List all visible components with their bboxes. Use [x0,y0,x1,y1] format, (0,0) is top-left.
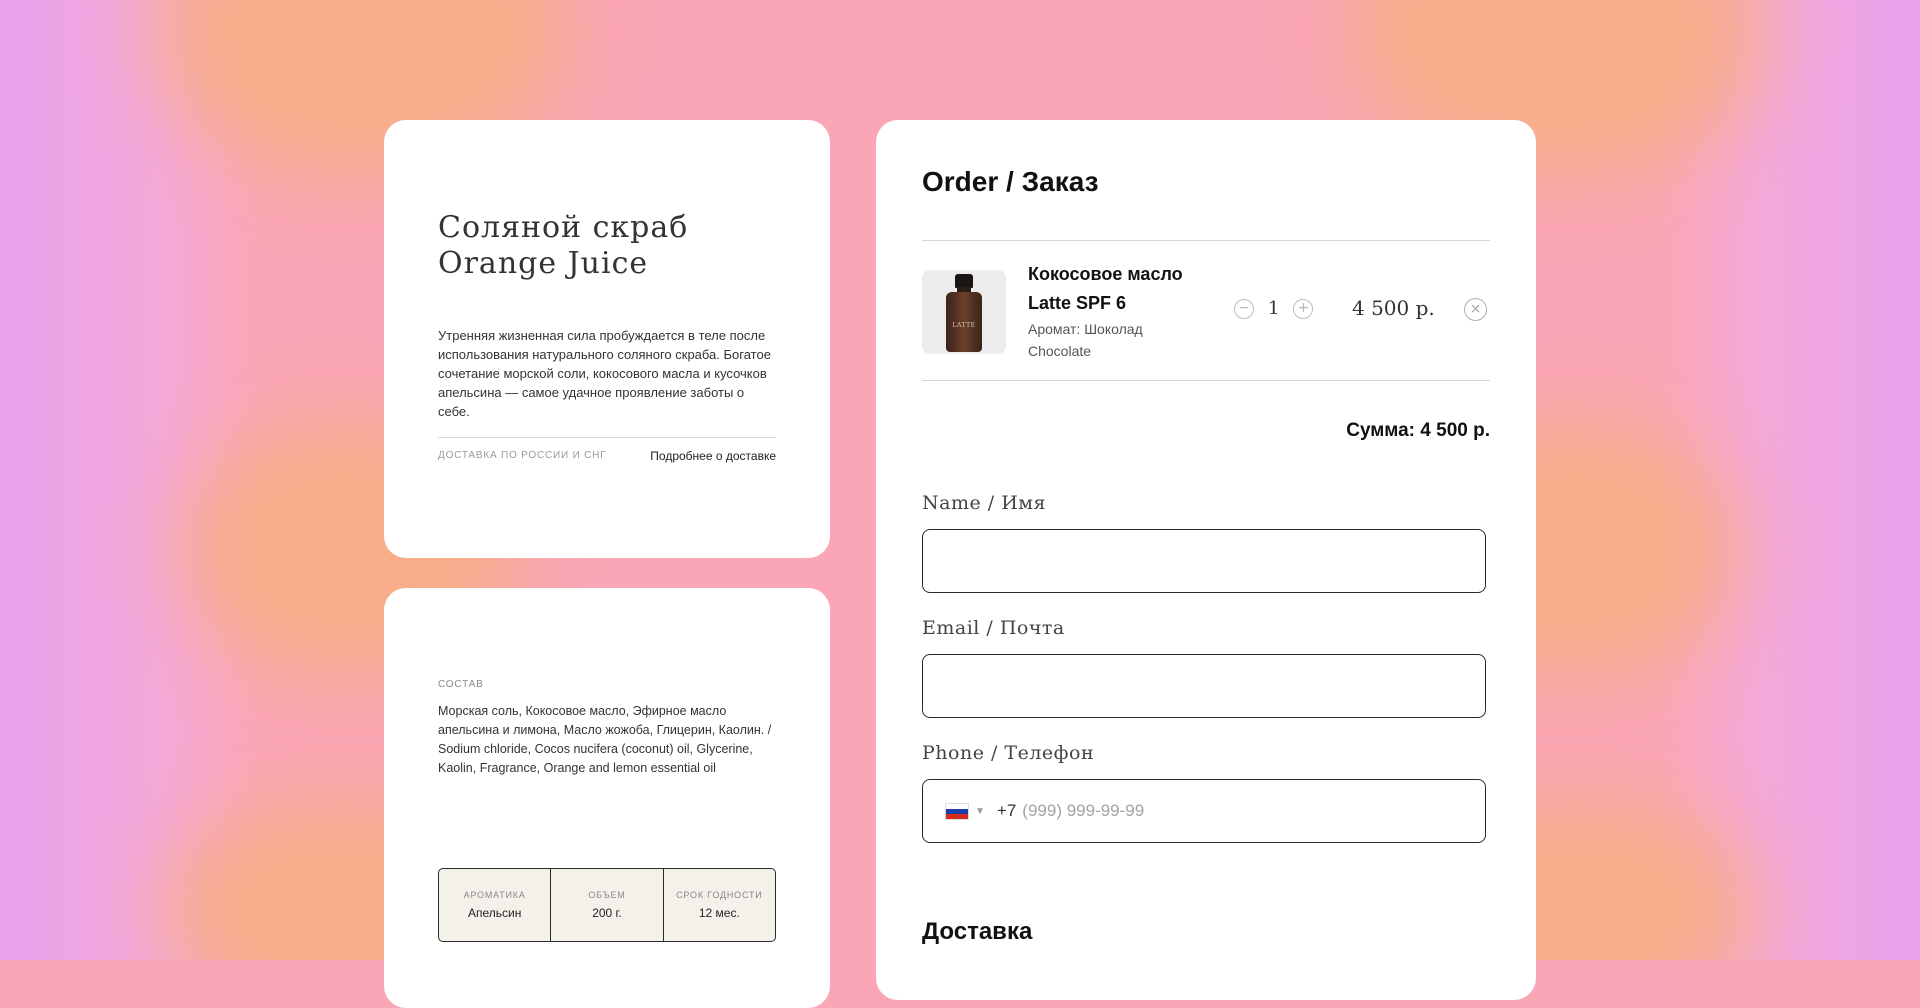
russia-flag-icon[interactable] [945,802,969,820]
divider [438,437,776,438]
product-thumbnail: LATTE [922,270,1006,354]
composition-label: Состав [438,679,484,690]
chevron-down-icon[interactable]: ▼ [975,806,985,817]
email-field-label: Email / Почта [922,617,1065,639]
increase-quantity-button[interactable]: + [1293,298,1314,319]
email-field[interactable] [922,654,1486,718]
name-field[interactable] [922,529,1486,593]
divider [922,380,1490,381]
composition-card: Состав Морская соль, Кокосовое масло, Эф… [384,588,830,1008]
product-info-card: Соляной скраб Orange Juice Утренняя жизн… [384,120,830,558]
quantity-stepper: − 1 + [1234,298,1314,319]
attribute-cell: Объем 200 г. [551,869,664,941]
cart-item-price: 4 500 р. [1352,296,1435,320]
cart-item-name: Кокосовое масло Latte SPF 6 [1028,264,1183,313]
composition-text: Морская соль, Кокосовое масло, Эфирное м… [438,704,772,775]
cart-item-aroma: Аромат: Шоколад Chocolate [1028,321,1143,359]
attributes-table: Ароматика Апельсин Объем 200 г. Срок год… [438,868,776,942]
bottle-label: LATTE [952,322,976,329]
attribute-value: 12 мес. [698,906,740,920]
decrease-quantity-button[interactable]: − [1234,298,1254,319]
quantity-value: 1 [1268,298,1280,319]
order-total: Сумма: 4 500 р. [1346,420,1490,441]
bottle-cap [955,274,973,288]
phone-field[interactable]: ▼ +7 (999) 999-99-99 [922,779,1486,843]
shipping-details-link[interactable]: Подробнее о доставке [650,449,776,463]
order-title: Order / Заказ [922,166,1099,197]
remove-item-button[interactable]: × [1464,298,1487,321]
order-card: Order / Заказ LATTE Кокосовое масло Latt… [876,120,1536,1000]
attribute-cell: Ароматика Апельсин [439,869,552,941]
attribute-value: 200 г. [592,906,622,920]
phone-country-code: +7 [996,801,1017,820]
product-description: Утренняя жизненная сила пробуждается в т… [438,328,771,419]
attribute-value: Апельсин [467,906,522,920]
attribute-key: Объем [588,890,626,900]
name-field-label: Name / Имя [922,492,1047,514]
shipping-label: Доставка по России и СНГ [438,450,607,461]
attribute-key: Ароматика [463,890,526,900]
attribute-key: Срок годности [676,890,763,900]
product-title: Соляной скраб Orange Juice [438,210,689,281]
delivery-section-title: Доставка [922,918,1033,945]
attribute-cell: Срок годности 12 мес. [664,869,775,941]
divider [922,240,1490,241]
phone-field-label: Phone / Телефон [922,742,1095,764]
phone-placeholder: (999) 999-99-99 [1022,801,1145,820]
